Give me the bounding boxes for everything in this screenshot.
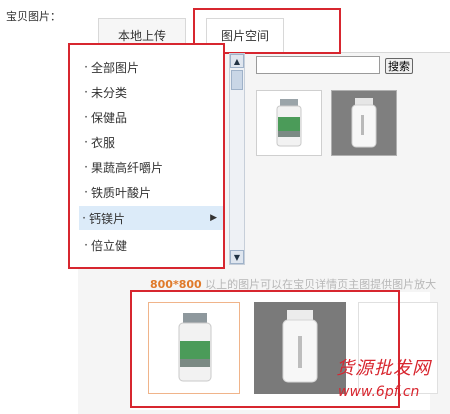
image-thumbnail-selected[interactable] (331, 90, 397, 156)
scroll-up-icon[interactable]: ▲ (230, 54, 244, 68)
field-label: 宝贝图片： (6, 10, 61, 23)
supplement-bottle-icon (332, 91, 396, 155)
category-scrollbar[interactable]: ▲ ▼ (229, 53, 245, 265)
category-highlight-box (68, 43, 225, 269)
scroll-thumb[interactable] (231, 70, 243, 90)
watermark-title: 货源批发网 (336, 358, 431, 379)
search-button[interactable]: 搜索 (385, 58, 413, 74)
image-thumbnail[interactable] (256, 90, 322, 156)
search-input[interactable] (256, 56, 380, 74)
watermark-url: www.6pf.cn (338, 384, 420, 400)
scroll-down-icon[interactable]: ▼ (230, 250, 244, 264)
supplement-bottle-icon (276, 99, 302, 147)
